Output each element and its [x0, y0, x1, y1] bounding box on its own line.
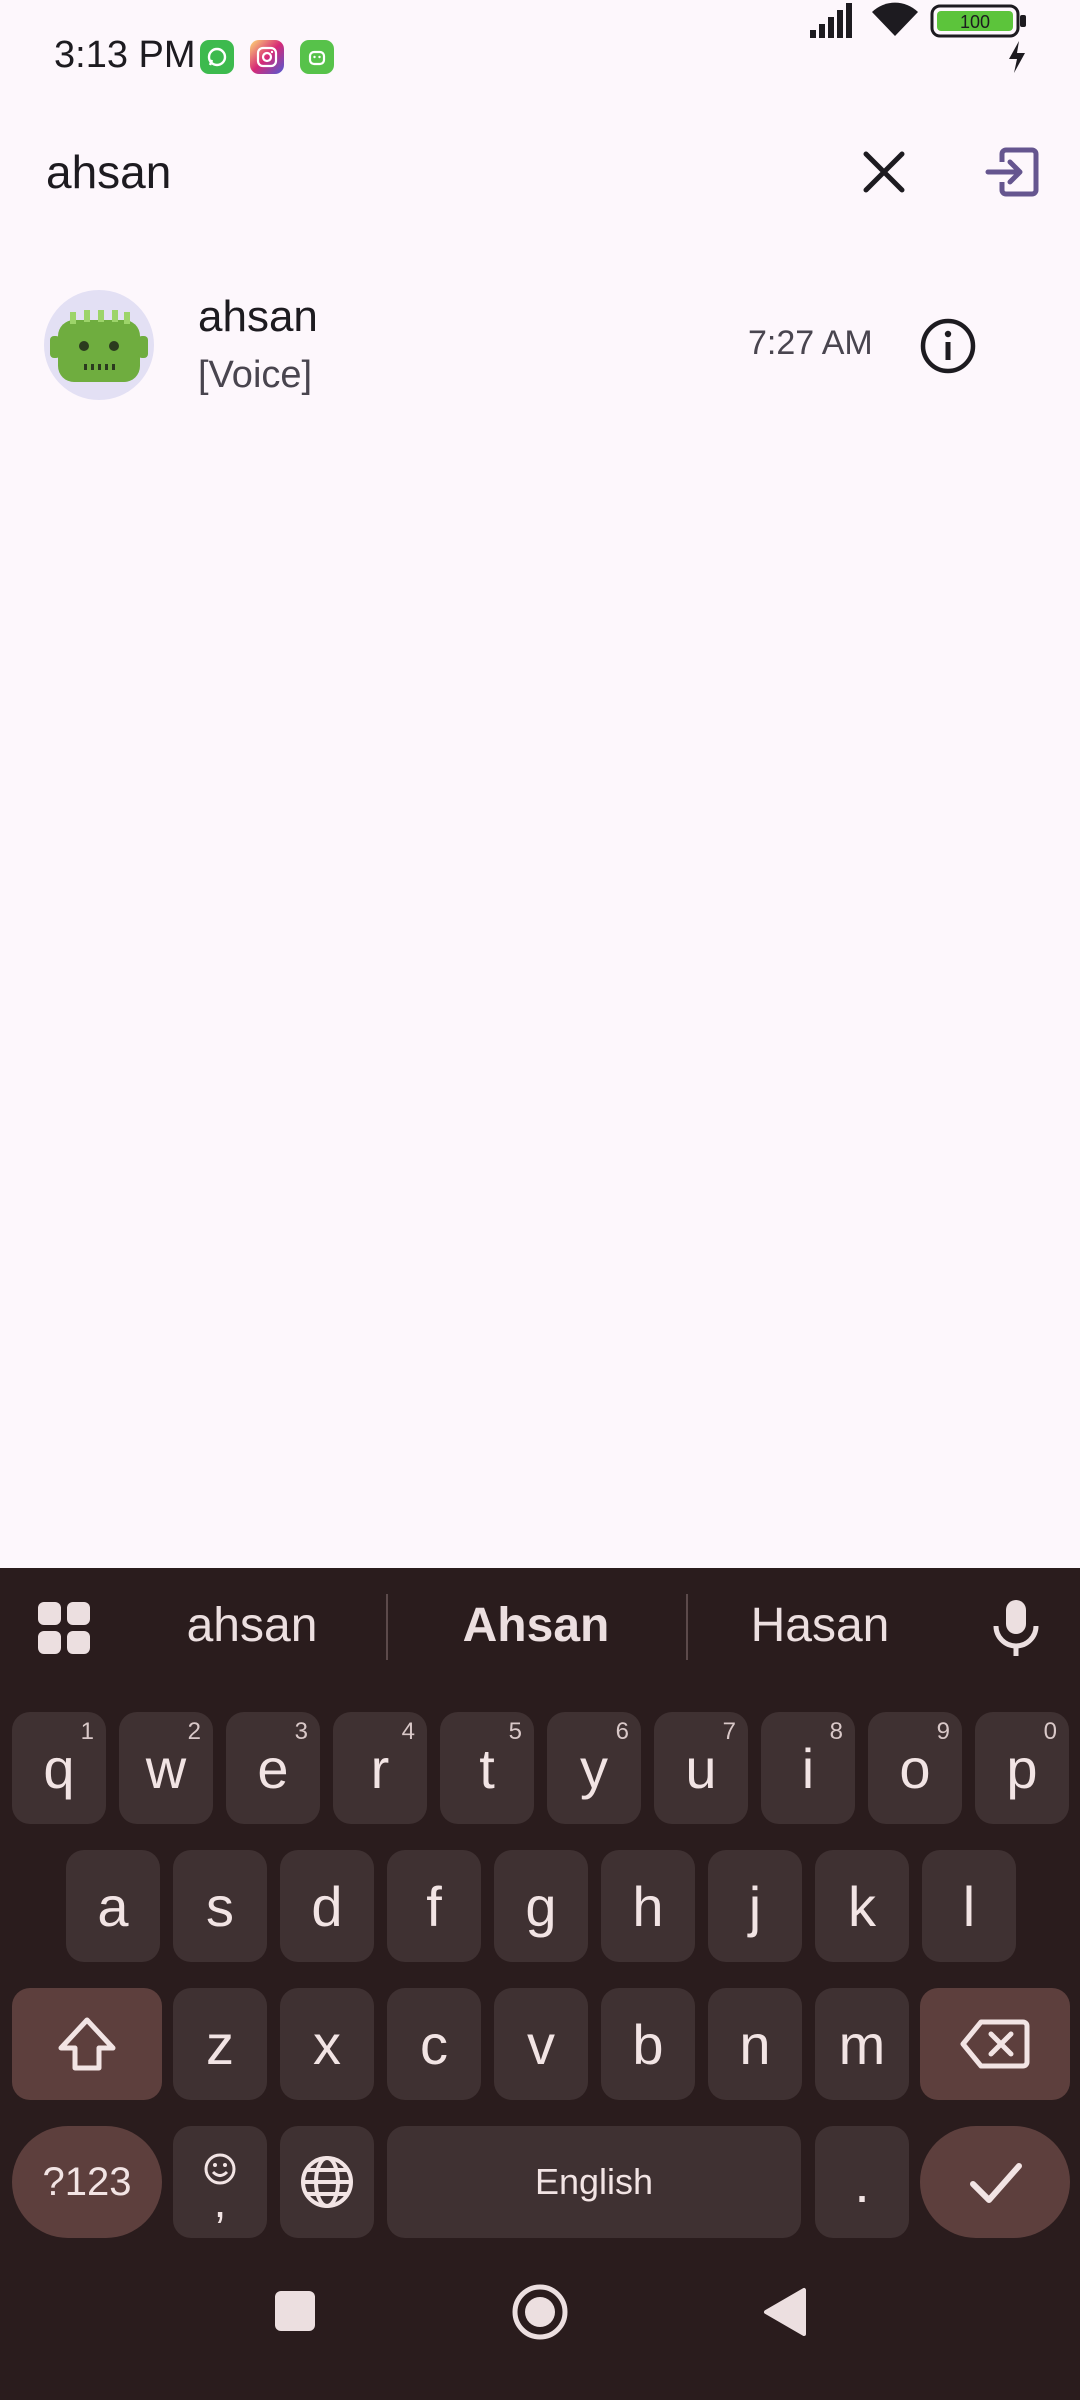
key-k[interactable]: k	[815, 1850, 909, 1962]
key-p[interactable]: p0	[975, 1712, 1069, 1824]
key-m[interactable]: m	[815, 1988, 909, 2100]
key-g[interactable]: g	[494, 1850, 588, 1962]
clear-search-button[interactable]	[852, 140, 916, 204]
exit-search-button[interactable]	[982, 140, 1046, 204]
key-l[interactable]: l	[922, 1850, 1016, 1962]
whatsapp-icon	[200, 40, 234, 74]
android-icon	[300, 40, 334, 74]
key-v[interactable]: v	[494, 1988, 588, 2100]
key-i[interactable]: i8	[761, 1712, 855, 1824]
suggestion-divider	[386, 1594, 388, 1660]
key-z[interactable]: z	[173, 1988, 267, 2100]
home-button[interactable]	[510, 2282, 570, 2342]
contact-name: ahsan	[198, 292, 318, 341]
shift-key[interactable]	[12, 1988, 162, 2100]
close-icon	[863, 151, 905, 193]
emoji-comma-key[interactable]: ,	[173, 2126, 267, 2238]
backspace-icon	[960, 2019, 1030, 2069]
key-r[interactable]: r4	[333, 1712, 427, 1824]
enter-key[interactable]	[920, 2126, 1070, 2238]
suggestion-divider	[686, 1594, 688, 1660]
message-time: 7:27 AM	[748, 324, 873, 362]
apps-grid-icon	[38, 1602, 90, 1654]
charging-icon	[1009, 41, 1025, 73]
key-c[interactable]: c	[387, 1988, 481, 2100]
search-header	[0, 118, 1080, 226]
microphone-icon	[993, 1600, 1039, 1656]
search-result-item[interactable]: ahsan [Voice] 7:27 AM	[0, 280, 1080, 410]
android-robot-avatar-icon	[50, 310, 148, 382]
instagram-icon	[250, 40, 284, 74]
checkmark-icon	[970, 2163, 1022, 2203]
navigation-bar	[0, 2264, 1080, 2400]
back-button[interactable]	[758, 2284, 814, 2340]
status-bar: 3:13 PM 100	[0, 0, 1080, 110]
period-key[interactable]: .	[815, 2126, 909, 2238]
key-d[interactable]: d	[280, 1850, 374, 1962]
search-input[interactable]	[44, 138, 808, 206]
key-f[interactable]: f	[387, 1850, 481, 1962]
symbols-key[interactable]: ?123	[12, 2126, 162, 2238]
home-circle-icon	[512, 2284, 568, 2340]
language-key[interactable]	[280, 2126, 374, 2238]
status-time: 3:13 PM	[54, 34, 196, 76]
voice-input-button[interactable]	[988, 1598, 1044, 1658]
recents-button[interactable]	[270, 2286, 320, 2336]
key-a[interactable]: a	[66, 1850, 160, 1962]
info-icon	[920, 318, 976, 374]
back-triangle-icon	[764, 2288, 806, 2336]
exit-to-app-icon	[985, 147, 1039, 197]
backspace-key[interactable]	[920, 1988, 1070, 2100]
key-b[interactable]: b	[601, 1988, 695, 2100]
cellular-signal-icon	[810, 3, 852, 38]
key-h[interactable]: h	[601, 1850, 695, 1962]
message-preview: [Voice]	[198, 354, 313, 396]
wifi-icon	[872, 2, 918, 36]
key-y[interactable]: y6	[547, 1712, 641, 1824]
key-e[interactable]: e3	[226, 1712, 320, 1824]
battery-icon: 100	[930, 4, 1026, 38]
suggestion-1[interactable]: ahsan	[122, 1598, 382, 1653]
suggestion-3[interactable]: Hasan	[690, 1598, 950, 1653]
info-button[interactable]	[918, 316, 978, 376]
suggestion-bar: ahsan Ahsan Hasan	[0, 1568, 1080, 1686]
key-t[interactable]: t5	[440, 1712, 534, 1824]
key-x[interactable]: x	[280, 1988, 374, 2100]
key-n[interactable]: n	[708, 1988, 802, 2100]
key-j[interactable]: j	[708, 1850, 802, 1962]
key-q[interactable]: q1	[12, 1712, 106, 1824]
avatar	[44, 290, 154, 400]
keyboard-menu-button[interactable]	[36, 1600, 92, 1656]
suggestion-2[interactable]: Ahsan	[406, 1598, 666, 1653]
key-w[interactable]: w2	[119, 1712, 213, 1824]
key-s[interactable]: s	[173, 1850, 267, 1962]
globe-icon	[301, 2156, 353, 2208]
space-bar[interactable]: English	[387, 2126, 801, 2238]
key-o[interactable]: o9	[868, 1712, 962, 1824]
shift-icon	[58, 2017, 116, 2071]
key-u[interactable]: u7	[654, 1712, 748, 1824]
recents-square-icon	[275, 2291, 315, 2331]
svg-text:100: 100	[960, 12, 990, 32]
